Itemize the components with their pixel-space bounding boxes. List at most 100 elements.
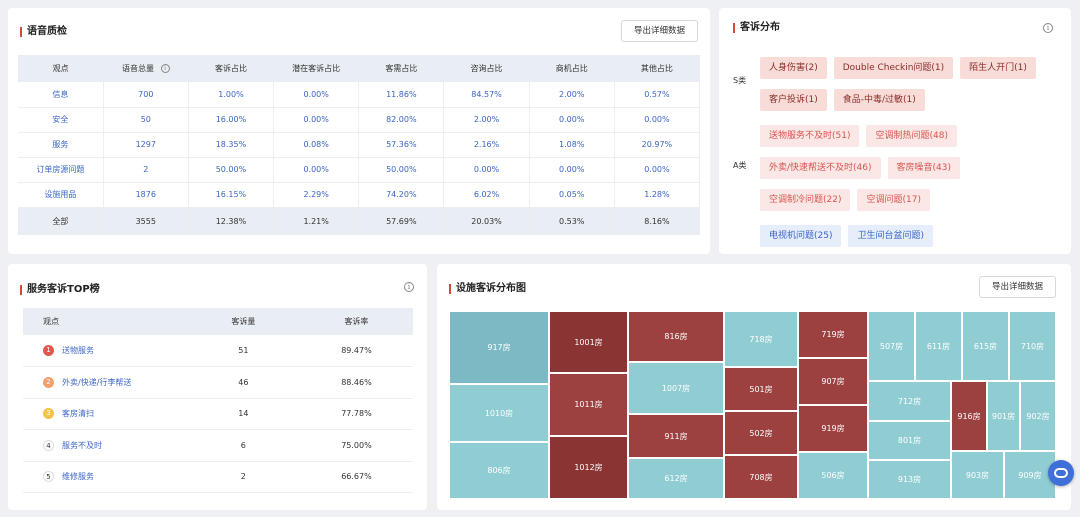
- table-cell: 0.00%: [273, 82, 360, 108]
- top-item-name[interactable]: 5 维修服务: [23, 461, 187, 493]
- treemap-cell[interactable]: 712房: [868, 381, 951, 421]
- complaint-tag[interactable]: 人身伤害(2): [760, 57, 827, 79]
- treemap-cell[interactable]: 907房: [798, 358, 868, 405]
- treemap-cell[interactable]: 506房: [798, 452, 868, 499]
- table-cell: 700: [103, 82, 189, 108]
- complaint-tag[interactable]: 卫生间台盆问题): [848, 225, 933, 247]
- treemap-cell[interactable]: 816房: [628, 311, 724, 362]
- table-cell[interactable]: 订单房源问题: [18, 157, 104, 183]
- complaint-tag[interactable]: 空调问题(17): [857, 189, 930, 211]
- info-icon[interactable]: i: [1043, 23, 1053, 33]
- info-icon[interactable]: i: [160, 64, 170, 73]
- table-row[interactable]: 3 客房清扫 14 77.78%: [23, 398, 413, 430]
- treemap-cell[interactable]: 919房: [798, 405, 868, 452]
- treemap-cell[interactable]: 911房: [628, 414, 724, 458]
- table-cell: 74.20%: [358, 182, 445, 208]
- treemap-cell[interactable]: 1012房: [549, 436, 628, 499]
- table-cell[interactable]: 信息: [18, 82, 104, 108]
- treemap-cell[interactable]: 917房: [449, 311, 549, 384]
- table-row[interactable]: 2 外卖/快递/行李帮送 46 88.46%: [23, 366, 413, 399]
- table-cell: 57.36%: [358, 132, 445, 158]
- treemap-cell[interactable]: 902房: [1020, 381, 1056, 451]
- table-row[interactable]: 服务 1297 18.35% 0.08% 57.36% 2.16% 1.08% 20.97%: [18, 132, 701, 158]
- top-table-wrap: 观点 客诉量 客诉率 1 送物服务 51 89.47% 2 外卖/快递/行李帮送 46 88.…: [23, 308, 413, 493]
- table-cell: 11.86%: [358, 82, 445, 108]
- table-row[interactable]: 4 服务不及时 6 75.00%: [23, 429, 413, 462]
- complaint-tag[interactable]: 客房噪音(43): [887, 157, 960, 179]
- top-item-name[interactable]: 2 外卖/快递/行李帮送: [23, 366, 187, 399]
- export-detail-button[interactable]: 导出详细数据: [979, 276, 1056, 298]
- top-item-count: 51: [186, 335, 300, 367]
- info-icon[interactable]: i: [404, 282, 414, 292]
- treemap-cell[interactable]: 611房: [915, 311, 962, 381]
- treemap-cell[interactable]: 719房: [798, 311, 868, 358]
- treemap-cell[interactable]: 913房: [868, 460, 951, 499]
- table-cell: 2: [103, 157, 189, 183]
- treemap-cell[interactable]: 615房: [962, 311, 1009, 381]
- col-header: 其他占比: [614, 55, 700, 82]
- top-item-rate: 88.46%: [299, 366, 413, 399]
- top-table: 观点 客诉量 客诉率 1 送物服务 51 89.47% 2 外卖/快递/行李帮送 46 88.…: [23, 308, 413, 493]
- treemap-cell[interactable]: 507房: [868, 311, 915, 381]
- table-cell: 全部: [18, 207, 104, 235]
- treemap-cell[interactable]: 801房: [868, 421, 951, 460]
- top-item-rate: 75.00%: [299, 429, 413, 462]
- treemap-cell[interactable]: 718房: [724, 311, 798, 367]
- complaint-tag[interactable]: 电视机问题(25): [760, 225, 842, 247]
- table-cell: 2.29%: [273, 182, 360, 208]
- treemap-cell[interactable]: 916房: [951, 381, 987, 451]
- chat-assistant-button[interactable]: [1048, 460, 1074, 486]
- treemap-cell[interactable]: 501房: [724, 367, 798, 411]
- facility-map-card: 设施客诉分布图 导出详细数据 917房 1010房 806房 1001房 1011房 10…: [437, 264, 1071, 510]
- complaint-tag[interactable]: 空调制热问题(48): [866, 125, 957, 147]
- table-row[interactable]: 安全 50 16.00% 0.00% 82.00% 2.00% 0.00% 0.00%: [18, 107, 701, 133]
- table-cell: 0.57%: [614, 82, 701, 108]
- treemap-cell[interactable]: 502房: [724, 411, 798, 455]
- table-cell: 50.00%: [358, 157, 445, 183]
- table-cell[interactable]: 安全: [18, 107, 104, 133]
- complaint-tag[interactable]: 送物服务不及时(51): [760, 125, 860, 147]
- complaint-tag[interactable]: 外卖/快速帮送不及时(46): [760, 157, 881, 179]
- treemap-cell[interactable]: 1011房: [549, 373, 628, 436]
- export-detail-button[interactable]: 导出详细数据: [621, 20, 698, 42]
- top-item-label: 服务不及时: [62, 440, 102, 450]
- top-item-name[interactable]: 1 送物服务: [23, 335, 187, 367]
- table-cell[interactable]: 设施用品: [18, 182, 104, 208]
- table-cell: 0.05%: [529, 182, 615, 208]
- rank-badge: 4: [43, 439, 54, 451]
- col-header: 客诉量: [186, 308, 300, 335]
- treemap-cell[interactable]: 1010房: [449, 384, 549, 442]
- table-row[interactable]: 订单房源问题 2 50.00% 0.00% 50.00% 0.00% 0.00% 0.00%: [18, 157, 701, 183]
- complaint-tag[interactable]: 空调制冷问题(22): [760, 189, 851, 211]
- table-row[interactable]: 设施用品 1876 16.15% 2.29% 74.20% 6.02% 0.05% 1.28%: [18, 182, 701, 208]
- treemap-cell[interactable]: 903房: [951, 451, 1004, 499]
- table-row[interactable]: 信息 700 1.00% 0.00% 11.86% 84.57% 2.00% 0.57%: [18, 82, 701, 108]
- treemap-cell[interactable]: 806房: [449, 442, 549, 499]
- complaint-tag[interactable]: 客户投诉(1): [760, 89, 827, 111]
- rank-badge: 2: [43, 376, 54, 388]
- treemap-cell[interactable]: 708房: [724, 455, 798, 499]
- complaint-dist-title: 客诉分布: [733, 22, 780, 34]
- top-item-name[interactable]: 3 客房清扫: [23, 398, 187, 430]
- voice-qc-table: 观点 语音总量 i 客诉占比 潜在客诉占比 客需占比 咨询占比 商机占比 其他占…: [18, 55, 701, 235]
- treemap-cell[interactable]: 901房: [987, 381, 1020, 451]
- top-item-name[interactable]: 4 服务不及时: [23, 429, 187, 462]
- treemap-cell[interactable]: 1007房: [628, 362, 724, 414]
- treemap-cell[interactable]: 612房: [628, 458, 724, 499]
- complaint-tag[interactable]: Double Checkin问题(1): [833, 57, 954, 79]
- complaint-tag[interactable]: 食品-中毒/过敏(1): [833, 89, 925, 111]
- complaint-tag[interactable]: 陌生人开门(1): [960, 57, 1036, 79]
- table-row[interactable]: 1 送物服务 51 89.47%: [23, 335, 413, 367]
- table-cell: 0.00%: [529, 107, 615, 133]
- col-header: 潜在客诉占比: [273, 55, 359, 82]
- table-cell[interactable]: 服务: [18, 132, 104, 158]
- table-row[interactable]: 5 维修服务 2 66.67%: [23, 461, 413, 493]
- col-header: 咨询占比: [443, 55, 530, 82]
- table-cell: 0.00%: [273, 157, 360, 183]
- col-header: 观点: [18, 55, 104, 82]
- treemap-cell[interactable]: 710房: [1009, 311, 1056, 381]
- a-tag-row-1: 送物服务不及时(51) 空调制热问题(48): [760, 125, 964, 147]
- voice-qc-title: 语音质检: [20, 26, 67, 38]
- top-item-label: 客房清扫: [62, 409, 94, 419]
- treemap-cell[interactable]: 1001房: [549, 311, 628, 373]
